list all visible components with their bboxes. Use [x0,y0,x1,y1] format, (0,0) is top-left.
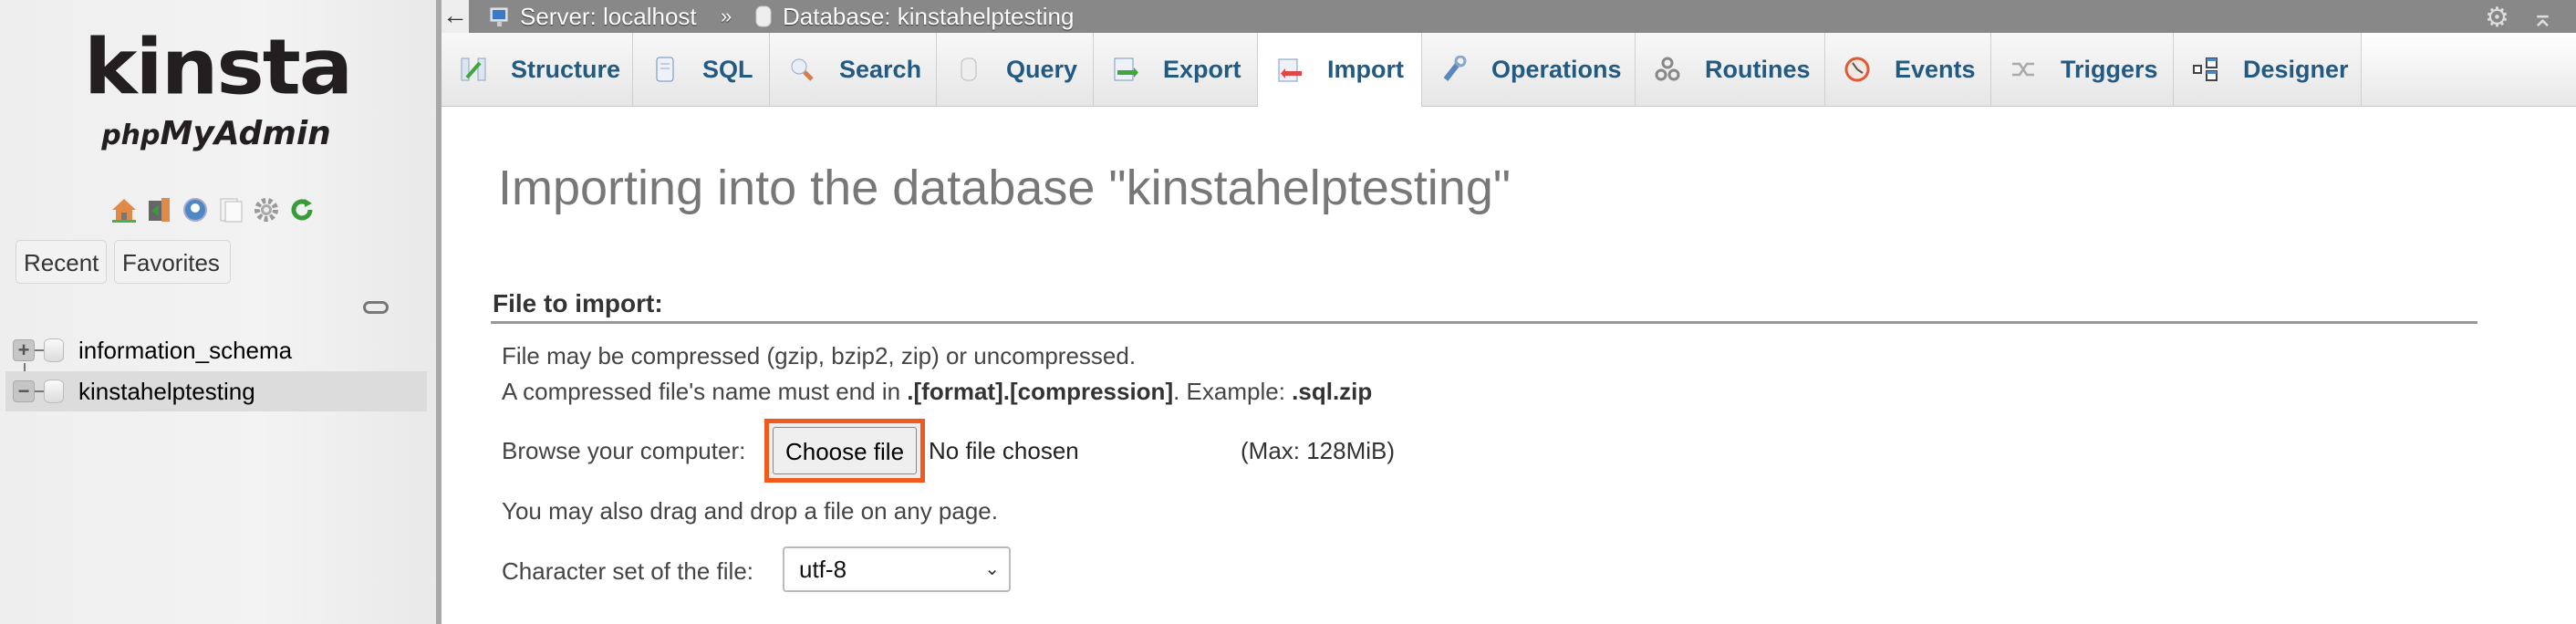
import-panel: Importing into the database "kinstahelpt… [441,107,2576,624]
phpmyadmin-logo[interactable]: phpMyAdmin [84,115,348,152]
settings-icon[interactable] [252,195,281,224]
db-tree-item-kinstahelptesting[interactable]: − kinstahelptesting [5,371,427,411]
charset-value: utf-8 [799,556,847,583]
home-icon[interactable] [109,195,139,224]
import-icon [1276,57,1304,84]
tab-designer[interactable]: Designer [2174,33,2362,106]
tab-label: SQL [702,55,753,83]
breadcrumb-database[interactable]: Database: kinstahelptesting [752,0,1074,33]
tab-structure[interactable]: Structure [441,33,633,106]
db-name[interactable]: information_schema [78,337,292,365]
routines-icon [1654,56,1681,83]
designer-icon [2192,56,2219,83]
operations-icon [1440,55,1468,83]
tab-query[interactable]: Query [937,33,1094,106]
tab-sql[interactable]: SQL [633,33,770,106]
format-pattern: .[format].[compression] [907,378,1174,405]
db-tree-item-information-schema[interactable]: + information_schema [5,330,427,370]
scroll-to-top-icon[interactable]: ⌅ [2531,2,2554,34]
database-icon [44,338,64,362]
tab-label: Structure [511,55,621,83]
tab-label: Operations [1491,55,1622,83]
recent-button[interactable]: Recent [16,240,107,284]
sql-icon [651,56,679,83]
database-label: Database: kinstahelptesting [783,2,1075,30]
query-icon [955,56,982,83]
structure-icon [460,56,487,83]
favorites-button[interactable]: Favorites [114,240,231,284]
charset-select[interactable]: utf-8 ⌄ [783,546,1011,592]
database-icon [755,5,772,27]
server-icon [490,7,508,26]
tab-routines[interactable]: Routines [1636,33,1825,106]
breadcrumb-separator: » [721,5,732,27]
logo-myadmin: MyAdmin [160,115,331,152]
reload-icon[interactable] [287,195,317,224]
browse-label: Browse your computer: [502,437,746,464]
events-icon [1844,56,1871,83]
search-icon [788,56,815,83]
tab-label: Routines [1705,55,1811,83]
logo-php: php [101,120,161,151]
chevron-down-icon: ⌄ [984,559,1000,579]
kinsta-logo[interactable]: kinsta [84,29,353,106]
compression-info: File may be compressed (gzip, bzip2, zip… [502,342,1137,369]
database-icon [44,380,64,403]
tab-export[interactable]: Export [1094,33,1258,106]
export-icon [1112,56,1139,83]
tab-import[interactable]: Import [1258,33,1422,107]
choose-file-highlight: Choose file [764,419,925,483]
tree-branch-line [35,349,44,351]
tab-label: Triggers [2061,55,2158,83]
docs-icon[interactable] [216,195,245,224]
server-label: Server: localhost [520,2,697,30]
filename-format-info: A compressed file's name must end in .[f… [502,378,1372,406]
page-title: Importing into the database "kinstahelpt… [498,161,1511,215]
tab-label: Designer [2243,55,2349,83]
choose-file-button[interactable]: Choose file [773,427,917,474]
file-to-import-heading: File to import: [493,289,663,317]
tab-label: Search [839,55,922,83]
tab-events[interactable]: Events [1825,33,1991,106]
link-with-main-panel-icon[interactable] [363,301,389,314]
filename-format-prefix: A compressed file's name must end in [502,378,908,405]
section-divider [491,321,2477,324]
charset-label: Character set of the file: [502,557,754,585]
no-file-chosen-text: No file chosen [929,437,1079,464]
tab-label: Query [1006,55,1078,83]
db-name[interactable]: kinstahelptesting [78,378,255,406]
triggers-icon [2010,56,2037,83]
example-extension: .sql.zip [1292,378,1373,405]
drag-drop-hint: You may also drag and drop a file on any… [502,497,998,525]
tab-label: Events [1895,55,1976,83]
logout-icon[interactable] [145,195,174,224]
collapse-sidebar-button[interactable]: ← [441,0,469,33]
tab-label: Export [1163,55,1241,83]
collapse-icon[interactable]: − [13,380,35,402]
tab-search[interactable]: Search [770,33,937,106]
tree-branch-line [35,390,44,392]
example-label: . Example: [1173,378,1293,405]
navigation-icons [109,195,317,224]
help-icon[interactable] [181,195,210,224]
breadcrumb-bar: ← Server: localhost » Database: kinstahe… [441,0,2576,33]
max-upload-size: (Max: 128MiB) [1241,437,1396,464]
navigation-sidebar: kinsta phpMyAdmin Recent Favorites + inf… [0,0,436,624]
tab-operations[interactable]: Operations [1422,33,1636,106]
breadcrumb-server[interactable]: Server: localhost [489,0,697,33]
database-tabs: Structure SQL Search Query Export Import… [441,33,2576,107]
settings-gear-icon[interactable]: ⚙ [2485,2,2509,34]
tab-label: Import [1327,56,1404,83]
tab-triggers[interactable]: Triggers [1991,33,2174,106]
expand-icon[interactable]: + [13,339,35,361]
